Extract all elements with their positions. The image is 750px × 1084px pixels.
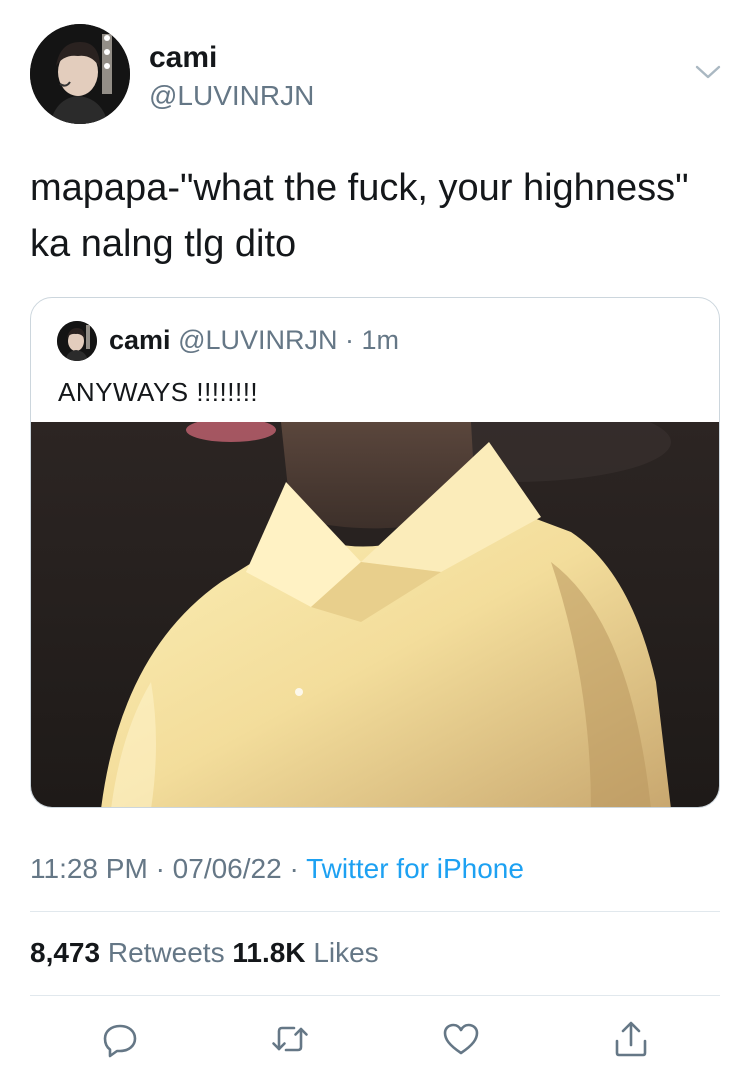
quoted-author-handle: @LUVINRJN xyxy=(178,325,338,355)
meta-separator: · xyxy=(289,853,299,884)
likes-stat[interactable]: 11.8K Likes xyxy=(232,937,378,968)
quoted-tweet-card[interactable]: cami @LUVINRJN · 1m ANYWAYS !!!!!!!! xyxy=(30,297,720,808)
like-button[interactable] xyxy=(438,1016,484,1062)
meta-separator: · xyxy=(155,853,165,884)
likes-label: Likes xyxy=(313,937,379,968)
tweet-meta: 11:28 PM · 07/06/22 · Twitter for iPhone xyxy=(30,853,524,885)
tweet-time: 11:28 PM xyxy=(30,853,148,884)
quoted-time: 1m xyxy=(361,325,400,355)
quoted-tweet-text: ANYWAYS !!!!!!!! xyxy=(58,377,259,407)
divider xyxy=(30,995,720,996)
tweet-date: 07/06/22 xyxy=(172,853,282,884)
retweets-stat[interactable]: 8,473 Retweets xyxy=(30,937,232,968)
share-button[interactable] xyxy=(608,1016,654,1062)
tweet-text: mapapa-"what the fuck, your highness" ka… xyxy=(30,167,689,265)
chevron-down-icon[interactable] xyxy=(694,62,722,82)
reply-button[interactable] xyxy=(97,1016,143,1062)
retweet-button[interactable] xyxy=(267,1016,313,1062)
quoted-author-name: cami xyxy=(109,325,171,355)
quoted-author-avatar[interactable] xyxy=(57,321,97,361)
retweet-icon xyxy=(272,1026,308,1052)
divider xyxy=(30,911,720,912)
likes-count: 11.8K xyxy=(232,937,306,968)
tweet-source-link[interactable]: Twitter for iPhone xyxy=(306,853,524,884)
retweets-label: Retweets xyxy=(107,937,225,968)
tweet-detail: cami @LUVINRJN mapapa-"what the fuck, yo… xyxy=(0,0,750,1084)
quoted-separator: · xyxy=(345,325,355,355)
author-name[interactable]: cami xyxy=(149,41,217,75)
author-handle[interactable]: @LUVINRJN xyxy=(149,80,314,112)
author-avatar[interactable] xyxy=(30,24,130,124)
reply-icon xyxy=(103,1024,137,1058)
like-icon xyxy=(443,1023,479,1055)
quoted-tweet-header: cami @LUVINRJN · 1m xyxy=(109,325,399,356)
retweets-count: 8,473 xyxy=(30,937,101,968)
tweet-stats: 8,473 Retweets 11.8K Likes xyxy=(30,937,379,969)
share-icon xyxy=(615,1021,647,1057)
quoted-tweet-photo[interactable] xyxy=(31,422,719,807)
